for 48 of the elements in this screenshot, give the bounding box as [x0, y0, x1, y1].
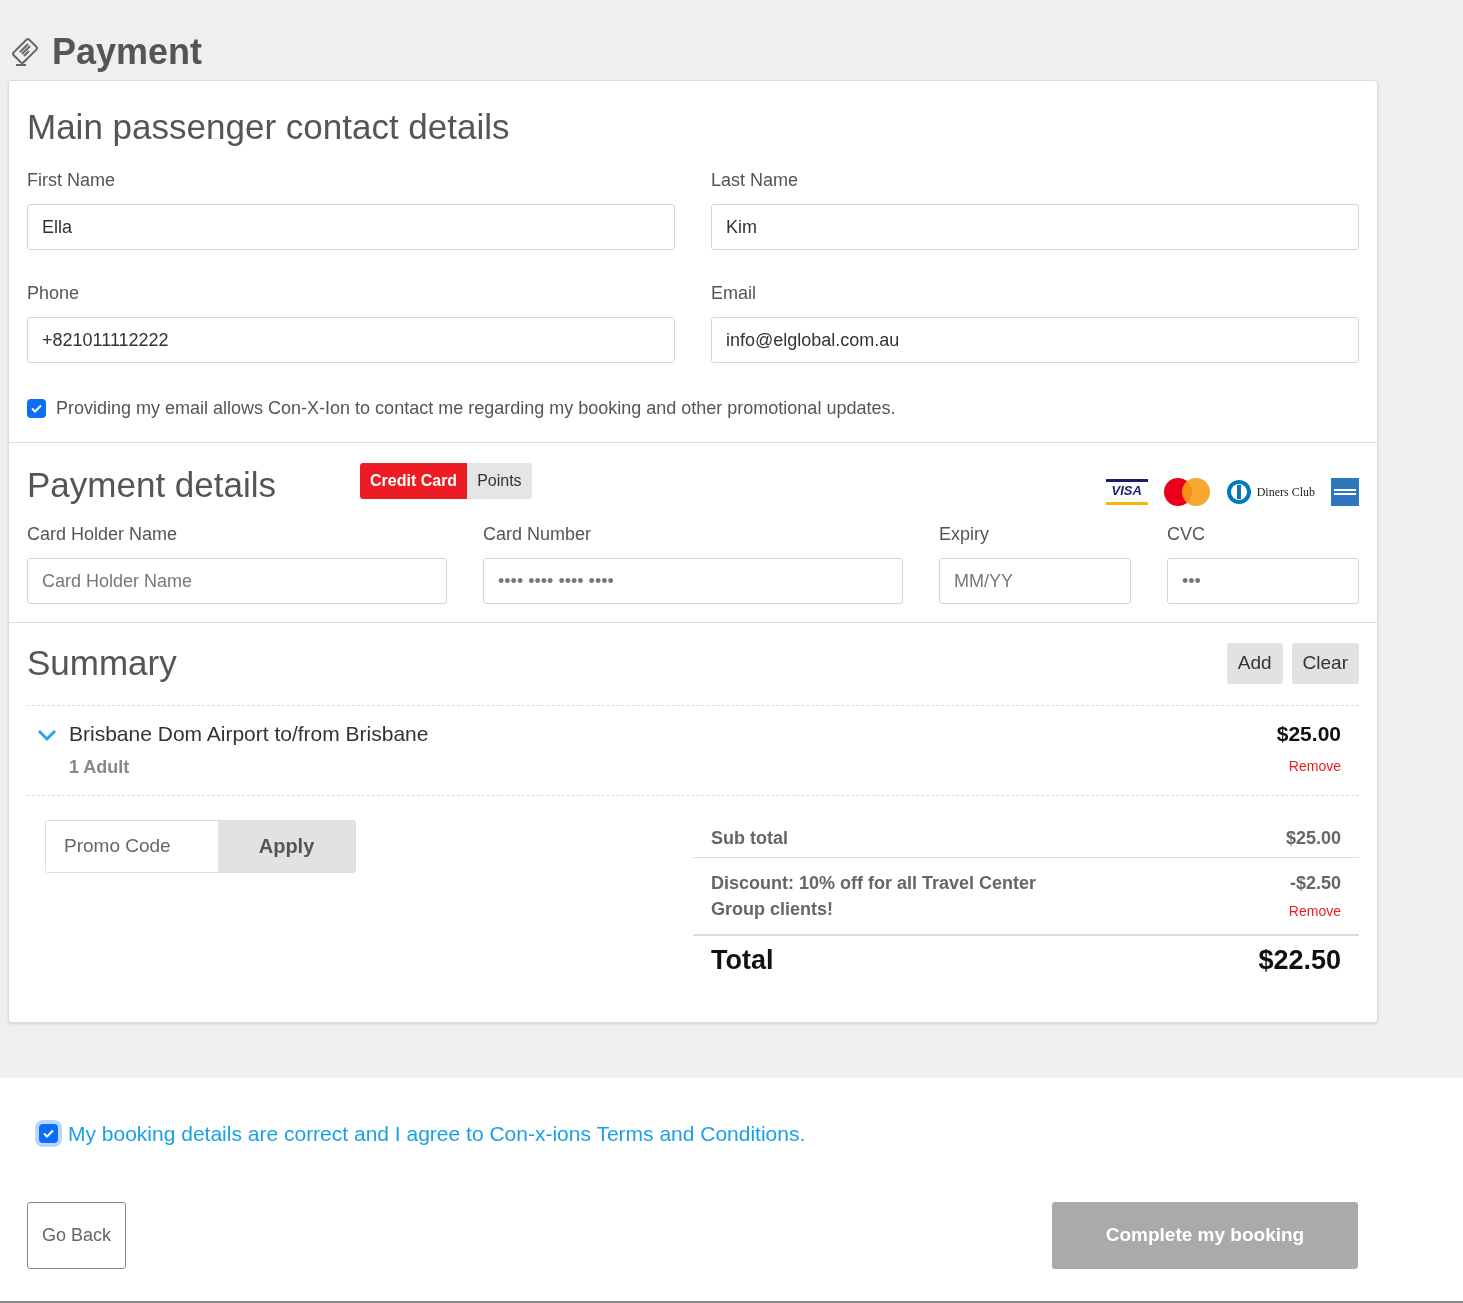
passenger-count: 1 Adult	[69, 755, 131, 779]
payment-method-tab[interactable]: Points	[467, 463, 532, 499]
input-field[interactable]: +821011112222	[27, 317, 675, 363]
discount-label: Discount: 10% off for all Travel Center Group clients!	[711, 871, 1038, 921]
remove-link[interactable]: Remove	[1288, 755, 1341, 777]
input-field[interactable]: •••• •••• •••• ••••	[483, 558, 903, 604]
discount-value: -$2.50	[1289, 871, 1341, 895]
diners-club-logo: Diners Club	[1225, 479, 1315, 505]
trip-title: Brisbane Dom Airport to/from Brisbane	[69, 721, 429, 747]
field-label: Phone	[27, 282, 81, 305]
subtotal-value: $25.00	[1285, 826, 1341, 850]
field-label: Card Number	[483, 523, 593, 546]
field-label: Last Name	[711, 169, 800, 192]
section-heading: Main passenger contact details	[27, 106, 511, 148]
checkmark-icon	[43, 1129, 54, 1139]
go-back-button[interactable]: Go Back	[27, 1201, 127, 1269]
summary-button[interactable]: Clear	[1291, 642, 1359, 684]
payment-method-tab[interactable]: Credit Card	[360, 463, 468, 499]
field-label: First Name	[27, 169, 116, 192]
field-label: CVC	[1167, 523, 1206, 546]
amex-logo	[1331, 478, 1359, 506]
terms-agreement-text: My booking details are correct and I agree to Con-x-ions Terms and Conditions.	[68, 1121, 806, 1147]
total-label: Total	[711, 944, 774, 978]
input-field[interactable]: Kim	[711, 204, 1359, 250]
visa-logo: VISA	[1105, 479, 1148, 505]
checkbox[interactable]	[27, 399, 46, 418]
checkmark-icon	[31, 404, 42, 413]
consent-text: Providing my email allows Con-X-Ion to contact me regarding my booking and other promotional updates.	[56, 397, 896, 420]
input-field[interactable]: MM/YY	[939, 558, 1131, 604]
field-label: Card Holder Name	[27, 523, 179, 546]
item-price: $25.00	[1276, 721, 1341, 747]
section-heading: Payment details	[27, 464, 278, 506]
input-field[interactable]: Ella	[27, 204, 675, 250]
promo-code-field[interactable]: Promo Code Apply	[45, 819, 356, 873]
summary-button[interactable]: Add	[1226, 642, 1283, 684]
input-field[interactable]: •••	[1167, 558, 1359, 604]
apply-button[interactable]: Apply	[218, 820, 355, 872]
input-field[interactable]: Card Holder Name	[27, 558, 447, 604]
chevron-icon[interactable]	[37, 728, 57, 742]
field-label: Expiry	[939, 523, 990, 546]
subtotal-label: Sub total	[711, 826, 788, 850]
field-label: Email	[711, 282, 757, 305]
page-title: Payment	[52, 30, 203, 74]
mastercard-logo	[1163, 478, 1210, 506]
section-heading: Summary	[27, 642, 177, 684]
input-field[interactable]: info@elglobal.com.au	[711, 317, 1359, 363]
remove-link[interactable]: Remove	[1288, 900, 1341, 922]
total-value: $22.50	[1258, 944, 1341, 978]
